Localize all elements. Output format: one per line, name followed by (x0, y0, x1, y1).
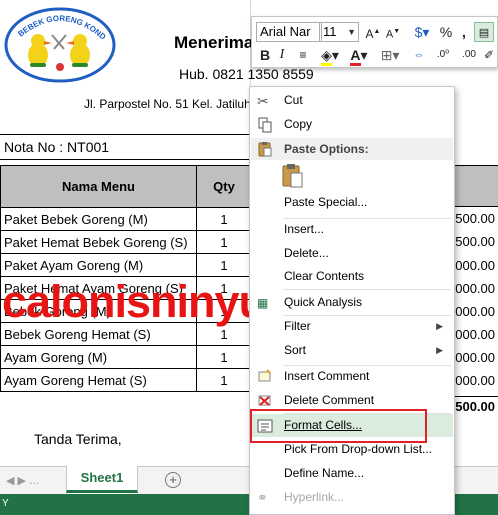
signature-label: Tanda Terima, (34, 431, 122, 447)
menu-label: Clear Contents (284, 269, 365, 283)
menu-item-clear-contents[interactable]: Clear Contents (251, 265, 453, 288)
table-row: Paket Hemat Bebek Goreng (S) 1 (0, 230, 252, 254)
clipboard-icon (258, 142, 272, 157)
fill-color-icon[interactable]: ◈▾ (318, 45, 342, 66)
menu-label: Delete... (284, 246, 329, 260)
context-menu: ✂ Cut Copy Paste Options: Paste Special.… (249, 86, 455, 515)
align-center-icon[interactable]: ≡ (294, 45, 312, 65)
highlight-frame (250, 409, 427, 443)
menu-item-filter[interactable]: Filter ▶ (251, 315, 453, 338)
menu-label: Paste Special... (284, 195, 368, 209)
total-cell[interactable]: 500.00 (455, 396, 498, 420)
menu-item-define-name[interactable]: Define Name... (251, 462, 453, 485)
font-size-box[interactable]: 11 ▼ (319, 22, 359, 42)
link-icon: ⚭ (257, 490, 268, 505)
menu-cell[interactable]: Ayam Goreng (M) (0, 345, 197, 369)
table-row: Ayam Goreng (M) 1 (0, 345, 252, 369)
accounting-format-icon[interactable]: $▾ (412, 22, 432, 42)
merge-center-icon[interactable]: ⇔ (408, 45, 430, 65)
price-cell[interactable]: 000.00 (455, 281, 498, 296)
price-cell[interactable]: 500.00 (455, 234, 498, 249)
percent-style-button[interactable]: % (438, 22, 454, 42)
chevron-right-icon: ▶ (436, 345, 443, 355)
menu-item-cut[interactable]: ✂ Cut (251, 89, 453, 112)
menu-item-copy[interactable]: Copy (251, 113, 453, 136)
paste-options-header: Paste Options: (251, 138, 453, 160)
menu-cell[interactable]: Paket Ayam Goreng (M) (0, 253, 197, 277)
tab-scroll-icon[interactable]: ◀ ▶ … (6, 474, 40, 487)
mini-toolbar: Arial Nar 11 ▼ A▲ A▼ $▾ % , ▤ B I ≡ ◈▾ A… (251, 16, 498, 68)
font-color-icon[interactable]: A▾ (348, 45, 370, 66)
menu-cell[interactable]: Paket Bebek Goreng (M) (0, 207, 197, 231)
document-address: Jl. Parpostel No. 51 Kel. Jatiluh (84, 97, 251, 111)
comma-style-button[interactable]: , (458, 22, 470, 42)
table-row: Paket Ayam Goreng (M) 1 (0, 253, 252, 277)
font-size-value: 11 (323, 24, 337, 39)
tab-sheet1[interactable]: Sheet1 (66, 466, 138, 493)
scissors-icon: ✂ (257, 93, 269, 109)
menu-label: Copy (284, 117, 313, 131)
chevron-down-icon[interactable]: ▼ (347, 23, 356, 41)
qty-cell[interactable]: 1 (196, 230, 252, 254)
delete-comment-icon (258, 395, 271, 406)
bold-button[interactable]: B (258, 45, 272, 65)
header-qty[interactable]: Qty (196, 165, 252, 208)
insert-comment-icon (258, 369, 271, 382)
increase-font-icon[interactable]: A▲ (364, 22, 382, 42)
price-cell[interactable]: 000.00 (455, 350, 498, 365)
header-menu[interactable]: Nama Menu (0, 165, 197, 208)
menu-label: Define Name... (284, 466, 365, 480)
menu-label: Quick Analysis (284, 295, 363, 309)
price-header[interactable] (455, 165, 498, 207)
decrease-font-icon[interactable]: A▼ (384, 22, 402, 42)
price-cell[interactable]: 000.00 (455, 373, 498, 388)
paste-icon[interactable] (281, 163, 305, 189)
qty-cell[interactable]: 1 (196, 253, 252, 277)
font-name-box[interactable]: Arial Nar (256, 22, 322, 42)
table-row: Paket Bebek Goreng (M) 1 (0, 207, 252, 231)
increase-decimal-icon[interactable]: .0⁰ (432, 45, 454, 65)
italic-button[interactable]: I (276, 45, 288, 65)
logo-image: BEBEK GORENG KONDANG (4, 5, 116, 83)
font-name-value: Arial Nar (260, 24, 311, 39)
menu-label: Sort (284, 343, 307, 357)
add-sheet-icon[interactable]: + (165, 472, 181, 488)
document-title: Menerima (174, 33, 254, 52)
qty-cell[interactable]: 1 (196, 345, 252, 369)
price-cell[interactable]: 500.00 (455, 211, 498, 226)
menu-item-quick-analysis[interactable]: ▦ Quick Analysis (251, 291, 453, 314)
menu-item-insert-comment[interactable]: Insert Comment (251, 365, 453, 388)
menu-label: Insert Comment (284, 369, 370, 383)
menu-cell[interactable]: Paket Hemat Bebek Goreng (S) (0, 230, 197, 254)
menu-label: Hyperlink... (284, 490, 345, 504)
menu-separator (283, 289, 451, 290)
menu-item-paste-special[interactable]: Paste Special... (251, 191, 453, 214)
qty-cell[interactable]: 1 (196, 368, 252, 392)
table-row: Ayam Goreng Hemat (S) 1 (0, 368, 252, 392)
price-cell[interactable]: 000.00 (455, 258, 498, 273)
copy-icon (258, 117, 272, 133)
menu-item-delete[interactable]: Delete... (251, 242, 453, 265)
eraser-icon[interactable]: ✐ (482, 45, 496, 65)
menu-label: Paste Options: (284, 142, 369, 156)
format-painter-icon[interactable]: ▤ (474, 22, 494, 42)
menu-item-insert[interactable]: Insert... (251, 218, 453, 241)
decrease-decimal-icon[interactable]: .00 (458, 45, 480, 65)
menu-label: Filter (284, 319, 311, 333)
borders-icon[interactable]: ⊞▾ (378, 45, 402, 65)
price-cell[interactable]: 000.00 (455, 327, 498, 342)
menu-cell[interactable]: Ayam Goreng Hemat (S) (0, 368, 197, 392)
menu-label: Insert... (284, 222, 325, 236)
menu-item-hyperlink[interactable]: ⚭ Hyperlink... (251, 486, 453, 509)
chevron-right-icon: ▶ (436, 321, 443, 331)
qty-cell[interactable]: 1 (196, 207, 252, 231)
menu-item-sort[interactable]: Sort ▶ (251, 339, 453, 362)
menu-label: Cut (284, 93, 303, 107)
status-text: Y (2, 498, 9, 509)
document-phone: Hub. 0821 1350 8559 (179, 66, 314, 82)
quick-analysis-icon: ▦ (257, 296, 269, 310)
nota-number[interactable]: Nota No : NT001 (0, 134, 260, 160)
price-cell[interactable]: 000.00 (455, 304, 498, 319)
